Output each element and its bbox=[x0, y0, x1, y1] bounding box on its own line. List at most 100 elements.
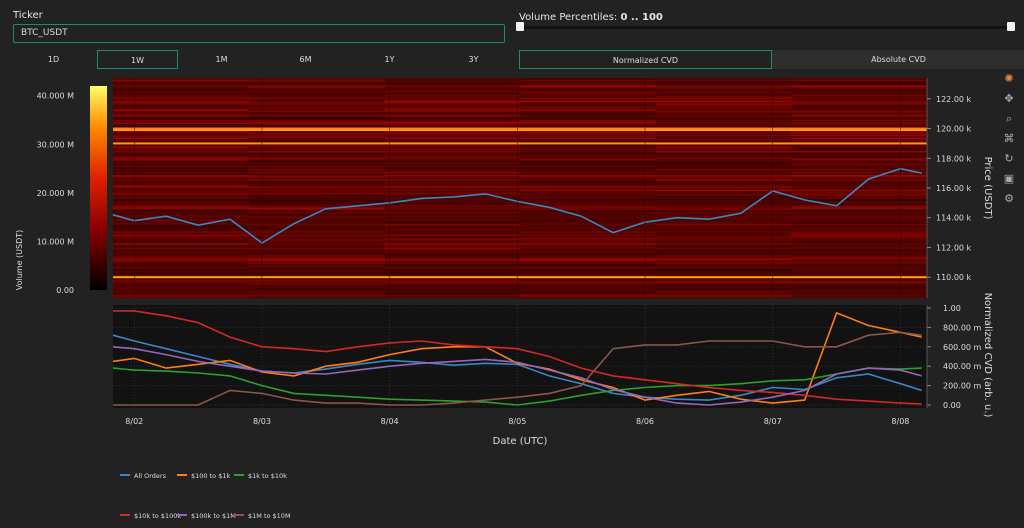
heatmap-cell bbox=[655, 185, 792, 187]
heatmap-cell bbox=[520, 80, 657, 83]
heatmap-cell bbox=[248, 251, 385, 254]
heatmap-cell bbox=[655, 161, 792, 163]
heatmap-cell bbox=[791, 183, 928, 186]
heatmap-cell bbox=[520, 296, 657, 299]
heatmap-cell bbox=[655, 134, 792, 137]
heatmap-cell bbox=[520, 281, 657, 284]
heatmap-cell bbox=[520, 144, 657, 147]
heatmap-cell bbox=[113, 183, 250, 186]
heatmap-cell bbox=[791, 287, 928, 290]
heatmap-cell bbox=[113, 147, 250, 150]
heatmap-cell bbox=[520, 124, 657, 126]
heatmap-cell bbox=[791, 100, 928, 102]
heatmap-cell bbox=[248, 263, 385, 266]
heatmap-cell bbox=[655, 213, 792, 215]
heatmap-cell bbox=[655, 193, 792, 196]
heatmap-cell bbox=[248, 272, 385, 275]
heatmap-cell bbox=[791, 274, 928, 276]
heatmap-cell bbox=[384, 167, 521, 169]
heatmap-cell bbox=[384, 257, 521, 260]
heatmap-cell bbox=[520, 131, 657, 134]
heatmap-cell bbox=[791, 219, 928, 221]
heatmap-cell bbox=[791, 260, 928, 263]
heatmap-cell bbox=[520, 101, 657, 104]
heatmap-cell bbox=[113, 98, 250, 101]
heatmap-cell bbox=[384, 263, 521, 266]
heatmap-cell bbox=[791, 193, 928, 196]
x-tick-label: 8/08 bbox=[891, 417, 909, 426]
heatmap-cell bbox=[655, 223, 792, 226]
heatmap-cell bbox=[791, 269, 928, 272]
legend-label: All Orders bbox=[134, 472, 167, 480]
heatmap-cell bbox=[655, 292, 792, 294]
price-axis-tick-label: 114.00 k bbox=[936, 214, 972, 223]
heatmap-cell bbox=[520, 182, 657, 184]
heatmap-cell bbox=[655, 106, 792, 108]
heatmap-cell bbox=[113, 260, 250, 263]
heatmap-cell bbox=[655, 101, 792, 104]
heatmap-cell bbox=[655, 251, 792, 254]
heatmap-cell bbox=[384, 180, 521, 183]
heatmap-cell bbox=[113, 80, 250, 83]
heatmap-cell bbox=[113, 153, 250, 156]
heatmap-cell bbox=[384, 158, 521, 160]
heatmap-cell bbox=[791, 226, 928, 229]
heatmap-cell bbox=[384, 225, 521, 227]
heatmap-cell bbox=[248, 103, 385, 105]
heatmap-cell bbox=[791, 162, 928, 165]
cvd-axis-tick-label: 1.00 bbox=[943, 304, 961, 313]
heatmap-cell bbox=[113, 225, 250, 227]
heatmap-cell bbox=[384, 80, 521, 83]
heatmap-cell bbox=[520, 170, 657, 172]
heatmap-cell bbox=[248, 296, 385, 299]
heatmap-cell bbox=[384, 198, 521, 201]
heatmap-cell bbox=[655, 92, 792, 95]
heatmap-cell bbox=[655, 293, 792, 296]
heatmap-cell bbox=[655, 131, 792, 134]
heatmap-cell bbox=[248, 265, 385, 267]
heatmap-cell bbox=[791, 115, 928, 117]
heatmap-cell bbox=[791, 146, 928, 149]
heatmap-cell bbox=[248, 79, 385, 82]
price-axis-tick-label: 112.00 k bbox=[936, 243, 972, 252]
heatmap-cell bbox=[248, 78, 385, 80]
heatmap-cells bbox=[113, 78, 928, 299]
heatmap-cell bbox=[791, 196, 928, 199]
heatmap-cell bbox=[113, 271, 250, 273]
heatmap-cell bbox=[384, 205, 521, 208]
price-axis-tick-label: 120.00 k bbox=[936, 125, 972, 134]
heatmap-cell bbox=[113, 263, 250, 266]
heatmap-cell bbox=[384, 150, 521, 153]
heatmap-cell bbox=[113, 110, 250, 113]
heatmap-cell bbox=[655, 159, 792, 162]
heatmap-cell bbox=[520, 198, 657, 201]
heatmap-cell bbox=[248, 164, 385, 166]
heatmap-cell bbox=[113, 174, 250, 177]
heatmap-cell bbox=[384, 171, 521, 174]
heatmap-cell bbox=[248, 202, 385, 205]
heatmap-cell bbox=[248, 182, 385, 184]
heatmap-cell bbox=[113, 202, 250, 205]
heatmap-cell bbox=[113, 177, 250, 180]
heatmap-cell bbox=[113, 283, 250, 285]
heatmap-cell bbox=[520, 171, 657, 174]
heatmap-cell bbox=[791, 164, 928, 166]
heatmap-cell bbox=[791, 137, 928, 140]
heatmap-cell bbox=[791, 152, 928, 155]
heatmap-cell bbox=[791, 140, 928, 143]
heatmap-cell bbox=[248, 266, 385, 269]
heatmap-cell bbox=[520, 190, 657, 193]
heatmap-cell bbox=[655, 153, 792, 156]
heatmap-cell bbox=[384, 216, 521, 218]
heatmap-cell bbox=[384, 83, 521, 86]
heatmap-cell bbox=[113, 251, 250, 254]
chart-canvas[interactable]: 122.00 k 120.00 k 118.00 k 116.00 k 114.00 k… bbox=[0, 0, 1024, 528]
heatmap-cell bbox=[113, 155, 250, 157]
heatmap-cell bbox=[655, 116, 792, 119]
legend-label: $100k to $1M bbox=[191, 512, 236, 520]
heatmap-cell bbox=[248, 208, 385, 211]
heatmap-cell bbox=[655, 118, 792, 120]
heatmap-cell bbox=[791, 266, 928, 269]
heatmap-cell bbox=[520, 284, 657, 287]
heatmap-cell bbox=[113, 125, 250, 128]
